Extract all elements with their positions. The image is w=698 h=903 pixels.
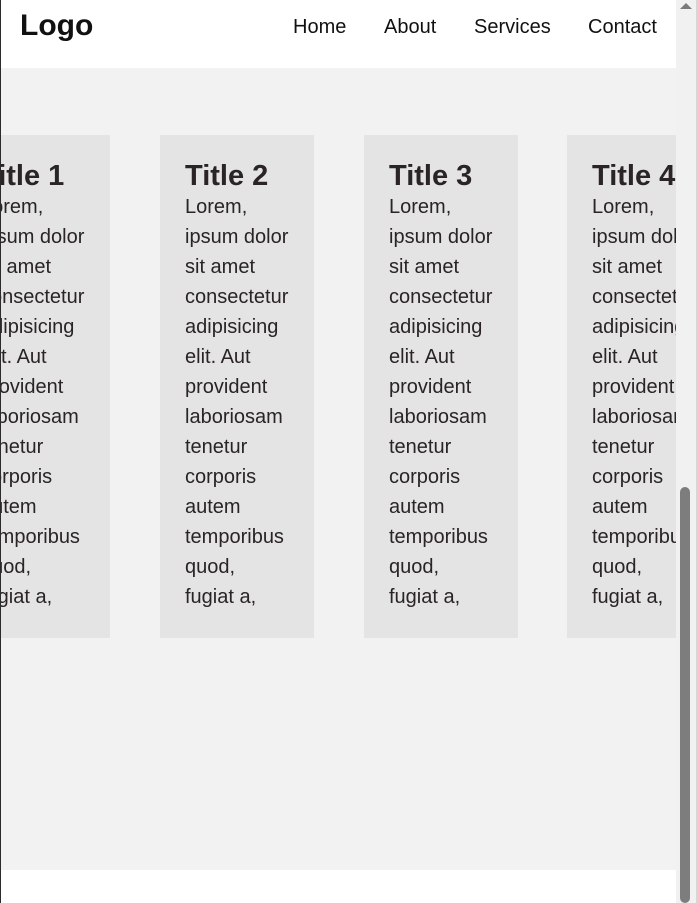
card-text-line: Lorem, — [1, 196, 44, 218]
card-text: Lorem, ipsum dolor sit amet consectetur adip… — [592, 192, 676, 612]
card-text-line: adipisicing — [389, 316, 483, 338]
nav-link-home[interactable]: Home — [293, 14, 346, 40]
nav-link-contact[interactable]: Contact — [588, 14, 657, 40]
scrollbar-thumb[interactable] — [680, 487, 690, 903]
card-text-line: fugiat a, — [185, 586, 257, 608]
card-text-line: sit amet — [185, 256, 256, 278]
card-text-line: elit. Aut — [389, 346, 455, 368]
card-text-line: quod, — [1, 556, 32, 578]
card-text-line: tenetur — [185, 436, 248, 458]
card-section: Title 1 Lorem, ipsum dolor sit amet consect… — [1, 68, 676, 870]
card-text-line: sit amet — [1, 256, 52, 278]
card-text-line: temporibus — [592, 526, 676, 548]
card-text-line: ipsum dolor — [185, 226, 289, 248]
card-text-line: consectetur — [389, 286, 493, 308]
main-nav: Home About Services Contact — [1, 14, 676, 40]
site-header: Logo Home About Services Contact — [1, 0, 676, 68]
card-text-line: Lorem, — [592, 196, 655, 218]
card-text-line: elit. Aut — [592, 346, 658, 368]
card-text-line: temporibus — [389, 526, 488, 548]
card-text-line: provident — [592, 376, 675, 398]
card-text-line: quod, — [185, 556, 236, 578]
card-text-line: adipisicing — [592, 316, 676, 338]
card-text-line: ipsum dolor — [389, 226, 493, 248]
card-text-line: provident — [389, 376, 472, 398]
card-text-line: temporibus — [1, 526, 80, 548]
card-title: Title 1 — [1, 160, 65, 192]
card-text-line: corporis — [185, 466, 257, 488]
card-text: Lorem, ipsum dolor sit amet consectetur adip… — [389, 192, 514, 612]
card-text-line: elit. Aut — [1, 346, 47, 368]
card-title: Title 3 — [389, 160, 473, 192]
card-text-line: laboriosam — [389, 406, 487, 428]
card-text-line: ipsum dolor — [1, 226, 85, 248]
card-text: Lorem, ipsum dolor sit amet consectetur adip… — [1, 192, 106, 612]
card-text-line: consectetur — [1, 286, 85, 308]
card-text-line: corporis — [1, 466, 53, 488]
card-text-line: tenetur — [1, 436, 44, 458]
card-text-line: Lorem, — [185, 196, 248, 218]
card-text-line: fugiat a, — [389, 586, 461, 608]
card-text-line: tenetur — [592, 436, 655, 458]
card-text-line: fugiat a, — [1, 586, 53, 608]
card-text-line: laboriosam — [1, 406, 79, 428]
footer-band — [1, 870, 676, 903]
card-4: Title 4 Lorem, ipsum dolor sit amet consect… — [567, 135, 676, 638]
card-text-line: quod, — [592, 556, 643, 578]
card-text-line: quod, — [389, 556, 440, 578]
card-text-line: sit amet — [592, 256, 663, 278]
scroll-up-arrow-icon[interactable] — [680, 3, 692, 9]
card-text-line: consectetur — [592, 286, 676, 308]
card-text-line: autem — [592, 496, 648, 518]
card-text-line: autem — [185, 496, 241, 518]
card-text-line: autem — [1, 496, 37, 518]
card-text-line: corporis — [592, 466, 664, 488]
nav-link-about[interactable]: About — [384, 14, 436, 40]
card-1: Title 1 Lorem, ipsum dolor sit amet consect… — [1, 135, 110, 638]
card-3: Title 3 Lorem, ipsum dolor sit amet consect… — [364, 135, 518, 638]
card-text-line: consectetur — [185, 286, 289, 308]
card-text-line: provident — [185, 376, 268, 398]
card-text-line: sit amet — [389, 256, 460, 278]
card-text-line: laboriosam — [185, 406, 283, 428]
page: Logo Home About Services Contact Title 1… — [0, 0, 698, 903]
card-text-line: ipsum dolor — [592, 226, 676, 248]
card-text-line: tenetur — [389, 436, 452, 458]
card-title: Title 2 — [185, 160, 269, 192]
vertical-scrollbar[interactable] — [676, 0, 698, 903]
card-text-line: adipisicing — [1, 316, 75, 338]
card-2: Title 2 Lorem, ipsum dolor sit amet consect… — [160, 135, 314, 638]
card-title: Title 4 — [592, 160, 676, 192]
card-text-line: fugiat a, — [592, 586, 664, 608]
card-text-line: laboriosam — [592, 406, 676, 428]
card-text-line: autem — [389, 496, 445, 518]
card-text-line: temporibus — [185, 526, 284, 548]
nav-link-services[interactable]: Services — [474, 14, 551, 40]
card-text: Lorem, ipsum dolor sit amet consectetur adip… — [185, 192, 310, 612]
card-text-line: provident — [1, 376, 64, 398]
card-text-line: adipisicing — [185, 316, 279, 338]
card-text-line: Lorem, — [389, 196, 452, 218]
card-text-line: corporis — [389, 466, 461, 488]
card-text-line: elit. Aut — [185, 346, 251, 368]
